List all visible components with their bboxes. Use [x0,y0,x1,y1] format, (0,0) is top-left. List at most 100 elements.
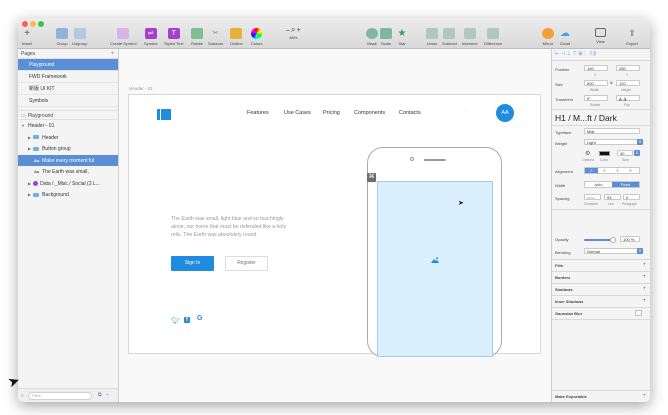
minimize-window-button[interactable] [30,21,36,27]
export-filter-icon[interactable]: ⧉ [98,392,102,398]
page-item-playground[interactable]: Playground [18,59,118,71]
zoom-out-button[interactable]: – [286,27,290,34]
position-y-input[interactable]: 280 [616,65,640,71]
google-icon[interactable]: G [197,315,202,322]
weight-select[interactable]: Light [584,139,640,145]
fills-section[interactable]: Fills [555,263,649,268]
nav-use-cases[interactable]: Use Cases [284,110,311,116]
add-export-button[interactable]: + [642,393,646,399]
add-page-button[interactable]: + [110,51,114,57]
make-exportable-section[interactable]: Make Exportable [555,394,649,399]
align-center-icon[interactable]: ≡ [598,168,611,173]
link-filter-icon[interactable]: ⌁ [106,392,109,398]
facebook-icon[interactable]: f [184,317,190,323]
layer-text-make-every-moment[interactable]: Aa Make every moment ful [18,154,118,166]
rotate-button[interactable]: Rotate [191,28,203,46]
nav-components[interactable]: Components [354,110,385,116]
rotate-input[interactable]: 0° [584,95,608,101]
align-left-icon[interactable]: ≡ [585,168,598,173]
ungroup-button[interactable]: Ungroup [72,28,87,46]
intersect-button[interactable]: Intersect [462,28,477,46]
add-border-button[interactable]: + [642,274,646,280]
view-button[interactable]: View [595,28,606,44]
export-button[interactable]: ⇪ Export [626,28,638,46]
layer-social-symbol[interactable]: ▶ Data / _Misc / Social (3 L... [18,178,118,190]
width-auto-option[interactable]: Auto [585,182,612,187]
inner-shadows-section[interactable]: Inner Shadows [555,299,649,304]
layer-artboard[interactable]: ▼ Header - 01 [18,120,118,132]
nav-pricing[interactable]: Pricing [323,110,340,116]
symbol-button[interactable]: ⇌ Symbol [144,28,157,46]
text-alignment-segmented[interactable]: ≡ ≡ ≡ ≡ [584,167,640,174]
line-height-input[interactable]: 53 [604,194,621,200]
sign-in-button[interactable]: Sign In [171,256,214,271]
add-fill-button[interactable]: + [642,262,646,268]
scissors-button[interactable]: ✂ Scissors [208,28,223,46]
star-button[interactable]: ★ Star [396,28,408,46]
cloud-button[interactable]: ☁ Cloud [559,28,571,46]
width-fixed-option[interactable]: Fixed [612,182,639,187]
scale-button[interactable]: Scale [380,28,392,46]
gear-icon[interactable]: ⚙ [585,150,590,157]
flip-buttons[interactable]: ◭ ◮ [616,95,640,101]
mask-button[interactable]: Mask [366,28,378,46]
union-button[interactable]: Union [426,28,438,46]
artboard-header-01[interactable]: Features Use Cases Pricing Components Co… [128,94,541,357]
difference-button[interactable]: Difference [484,28,502,46]
group-button[interactable]: Group [56,28,68,46]
width-mode-segmented[interactable]: Auto Fixed [584,181,640,188]
shadows-section[interactable]: Shadows [555,287,649,292]
add-shadow-button[interactable]: + [642,286,646,292]
current-page-header[interactable]: ▭ Playground [18,110,118,120]
outline-button[interactable]: Outline [230,28,243,46]
width-input[interactable]: 500 [584,80,608,86]
hero-body-text[interactable]: The Earth was small, light blue and so t… [171,215,289,239]
command-handle-icon[interactable]: ⌘ [367,173,376,182]
canvas[interactable]: Header - 01 Features Use Cases Pricing C… [119,49,551,402]
nav-features[interactable]: Features [247,110,269,116]
font-size-input[interactable]: 40 [617,150,633,156]
colors-button[interactable]: Colors [251,28,263,46]
layer-button-group[interactable]: ▶ Button group [18,143,118,155]
subtract-button[interactable]: Subtract [442,28,457,46]
borders-section[interactable]: Borders [555,275,649,280]
create-symbol-button[interactable]: Create Symbol [110,28,136,46]
insert-button[interactable]: + Insert [21,28,33,46]
paragraph-spacing-input[interactable]: 0 [623,194,640,200]
align-justify-icon[interactable]: ≡ [624,168,637,173]
add-inner-shadow-button[interactable]: + [642,298,646,304]
zoom-window-button[interactable] [38,21,44,27]
mirror-button[interactable]: Mirror [542,28,554,46]
opacity-slider-handle[interactable] [610,237,616,243]
chevron-updown-icon[interactable]: ⇕ [637,139,643,145]
zoom-in-button[interactable]: + [297,27,301,34]
phone-screen[interactable] [377,181,493,357]
text-style-selector[interactable]: H1 / M...ft / Dark [555,113,617,123]
blur-toggle[interactable] [635,310,642,316]
chevron-updown-icon[interactable]: ⇕ [637,248,643,254]
register-button[interactable]: Register [225,256,268,271]
position-x-input[interactable]: 150 [584,65,608,71]
lock-ratio-icon[interactable]: 🔒︎ [610,80,613,86]
zoom-control[interactable]: – ⌕ + 88% [286,25,301,40]
opacity-input[interactable]: 100 % [620,236,640,242]
chevron-updown-icon[interactable]: ⇕ [634,150,640,156]
blending-select[interactable]: Normal [584,248,640,254]
layer-text-the-earth[interactable]: Aa The Earth was small, [18,166,118,178]
styled-text-button[interactable]: T Styled Text [164,28,184,46]
text-color-swatch[interactable] [599,151,610,156]
close-window-button[interactable] [22,21,28,27]
layer-background-group[interactable]: ▶ Background [18,189,118,201]
page-item-symbols[interactable]: Symbols [18,95,118,107]
align-tools-icon[interactable]: ⊢⊣⊥⊤⊞⫶ ⫽⫼ [555,51,597,57]
page-item-fwd-framework[interactable]: FWD Framework [18,71,118,83]
typeface-input[interactable]: Mali [584,128,640,134]
phone-mockup[interactable] [367,147,502,357]
character-spacing-input[interactable]: auto [584,194,601,200]
layer-header-group[interactable]: ▶ Header [18,132,118,144]
align-right-icon[interactable]: ≡ [611,168,624,173]
page-item-ui-kit[interactable]: 新版 UI KIT [18,83,118,95]
twitter-icon[interactable]: 🐦︎ [171,317,180,325]
artboard-label[interactable]: Header - 01 [129,86,153,91]
height-input[interactable]: 120 [616,80,640,86]
